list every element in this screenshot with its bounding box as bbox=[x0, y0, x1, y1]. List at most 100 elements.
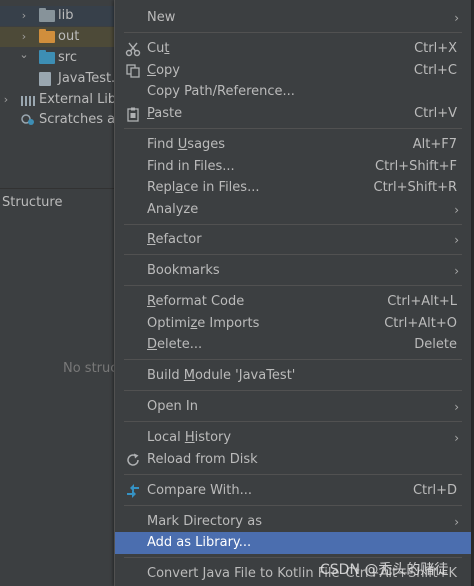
menu-item-shortcut: Ctrl+Alt+L bbox=[387, 294, 457, 309]
tree-item-external-libraries[interactable]: › External Libr bbox=[0, 90, 118, 110]
expand-arrow-icon[interactable]: › bbox=[18, 27, 30, 47]
menu-item-refactor[interactable]: Refactor › bbox=[115, 229, 471, 251]
menu-separator bbox=[124, 254, 462, 255]
menu-item-new[interactable]: New › bbox=[115, 7, 471, 29]
menu-item-label: Replace in Files... bbox=[147, 180, 260, 195]
source-folder-icon bbox=[39, 50, 55, 64]
menu-item-reformat-code[interactable]: Reformat Code Ctrl+Alt+L bbox=[115, 291, 471, 313]
watermark-text: CSDN @秃头的赌徒 bbox=[320, 562, 449, 578]
menu-item-shortcut: Ctrl+Alt+O bbox=[384, 316, 457, 331]
reload-icon bbox=[125, 452, 141, 468]
menu-item-paste[interactable]: Paste Ctrl+V bbox=[115, 103, 471, 125]
menu-item-label: Optimize Imports bbox=[147, 316, 260, 331]
menu-item-shortcut: Ctrl+Shift+F bbox=[375, 159, 457, 174]
tree-item-scratches[interactable]: Scratches an bbox=[0, 110, 118, 130]
tree-item-label: src bbox=[58, 50, 77, 65]
menu-item-find-in-files[interactable]: Find in Files... Ctrl+Shift+F bbox=[115, 156, 471, 178]
expand-arrow-icon[interactable]: › bbox=[18, 6, 30, 26]
library-icon bbox=[20, 94, 36, 106]
collapse-arrow-icon[interactable]: ⌄ bbox=[18, 45, 30, 65]
structure-panel: No struc bbox=[0, 216, 118, 586]
menu-item-label: Compare With... bbox=[147, 483, 253, 498]
menu-item-label: Analyze bbox=[147, 202, 199, 217]
project-tree: › lib › out ⌄ src JavaTest.i › External … bbox=[0, 0, 118, 188]
menu-separator bbox=[124, 128, 462, 129]
menu-item-copy-path[interactable]: Copy Path/Reference... bbox=[115, 81, 471, 103]
menu-separator bbox=[124, 474, 462, 475]
menu-item-label: Find Usages bbox=[147, 137, 226, 152]
menu-item-shortcut: Ctrl+D bbox=[412, 483, 457, 498]
tree-item-label: JavaTest.i bbox=[58, 71, 118, 86]
tree-item-label: Scratches an bbox=[39, 112, 118, 127]
menu-item-delete[interactable]: Delete... Delete bbox=[115, 334, 471, 356]
menu-item-compare-with[interactable]: Compare With... Ctrl+D bbox=[115, 480, 471, 502]
menu-separator bbox=[124, 505, 462, 506]
scissors-icon bbox=[125, 41, 141, 57]
menu-item-replace-in-files[interactable]: Replace in Files... Ctrl+Shift+R bbox=[115, 177, 471, 199]
menu-item-label: Reformat Code bbox=[147, 294, 245, 309]
menu-item-open-in[interactable]: Open In › bbox=[115, 396, 471, 418]
menu-item-label: Refactor bbox=[147, 232, 202, 247]
menu-item-label: Mark Directory as bbox=[147, 514, 262, 529]
structure-empty-text: No struc bbox=[63, 361, 118, 376]
folder-icon bbox=[39, 29, 55, 43]
paste-icon bbox=[125, 106, 141, 122]
tree-item-out[interactable]: › out bbox=[0, 27, 118, 47]
menu-separator bbox=[124, 390, 462, 391]
tree-item-label: External Libr bbox=[39, 92, 118, 107]
menu-item-label: Local History bbox=[147, 430, 232, 445]
menu-item-reload-from-disk[interactable]: Reload from Disk bbox=[115, 449, 471, 471]
menu-item-shortcut: Ctrl+C bbox=[413, 63, 457, 78]
menu-item-local-history[interactable]: Local History › bbox=[115, 427, 471, 449]
submenu-arrow-icon: › bbox=[454, 203, 459, 217]
menu-item-label: Open In bbox=[147, 399, 198, 414]
menu-item-add-as-library[interactable]: Add as Library... bbox=[115, 532, 471, 554]
menu-item-mark-directory-as[interactable]: Mark Directory as › bbox=[115, 511, 471, 533]
menu-item-label: Reload from Disk bbox=[147, 452, 258, 467]
menu-separator bbox=[124, 359, 462, 360]
menu-item-shortcut: Delete bbox=[414, 337, 457, 352]
copy-icon bbox=[125, 63, 141, 79]
menu-item-bookmarks[interactable]: Bookmarks › bbox=[115, 260, 471, 282]
tree-item-lib[interactable]: › lib bbox=[0, 6, 118, 26]
menu-item-label: Cut bbox=[147, 41, 170, 56]
menu-item-shortcut: Ctrl+V bbox=[414, 106, 457, 121]
tree-item-src[interactable]: ⌄ src bbox=[0, 48, 118, 68]
compare-icon bbox=[125, 483, 141, 499]
menu-item-label: Bookmarks bbox=[147, 263, 220, 278]
menu-separator bbox=[124, 421, 462, 422]
menu-item-label: Paste bbox=[147, 106, 183, 121]
submenu-arrow-icon: › bbox=[454, 264, 459, 278]
module-file-icon bbox=[39, 72, 51, 86]
tree-item-label: lib bbox=[58, 8, 74, 23]
menu-item-label: Convert Java File to Kotlin File bbox=[147, 566, 340, 581]
menu-item-label: Find in Files... bbox=[147, 159, 235, 174]
submenu-arrow-icon: › bbox=[454, 400, 459, 414]
tree-item-javatest-iml[interactable]: JavaTest.i bbox=[0, 69, 118, 89]
menu-item-shortcut: Ctrl+Shift+R bbox=[373, 180, 458, 195]
expand-arrow-icon[interactable]: › bbox=[0, 90, 12, 110]
menu-item-cut[interactable]: Cut Ctrl+X bbox=[115, 38, 471, 60]
structure-panel-header[interactable]: Structure bbox=[0, 188, 120, 217]
menu-item-find-usages[interactable]: Find Usages Alt+F7 bbox=[115, 134, 471, 156]
context-menu: New › Cut Ctrl+X Copy Ctrl+C Copy Path/R… bbox=[114, 0, 471, 586]
submenu-arrow-icon: › bbox=[454, 11, 459, 25]
menu-item-label: Delete... bbox=[147, 337, 203, 352]
menu-item-copy[interactable]: Copy Ctrl+C bbox=[115, 60, 471, 82]
menu-item-label: Copy Path/Reference... bbox=[147, 84, 295, 99]
menu-item-optimize-imports[interactable]: Optimize Imports Ctrl+Alt+O bbox=[115, 313, 471, 335]
menu-item-label: Add as Library... bbox=[147, 535, 252, 550]
menu-item-shortcut: Alt+F7 bbox=[412, 137, 457, 152]
menu-item-label: New bbox=[147, 10, 176, 25]
submenu-arrow-icon: › bbox=[454, 515, 459, 529]
menu-item-label: Copy bbox=[147, 63, 180, 78]
menu-item-label: Build Module 'JavaTest' bbox=[147, 368, 296, 383]
menu-separator bbox=[124, 32, 462, 33]
menu-item-analyze[interactable]: Analyze › bbox=[115, 199, 471, 221]
submenu-arrow-icon: › bbox=[454, 431, 459, 445]
menu-item-build-module[interactable]: Build Module 'JavaTest' bbox=[115, 365, 471, 387]
menu-item-shortcut: Ctrl+X bbox=[414, 41, 457, 56]
menu-separator bbox=[124, 557, 462, 558]
submenu-arrow-icon: › bbox=[454, 233, 459, 247]
folder-icon bbox=[39, 8, 55, 22]
